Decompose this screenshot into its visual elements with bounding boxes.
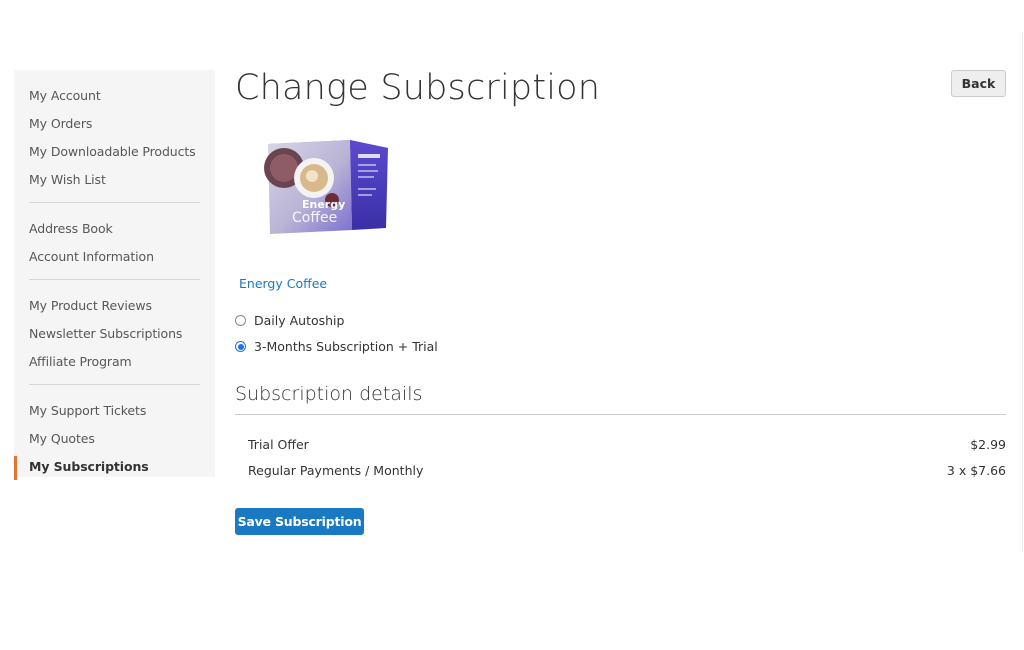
- sidebar-item-affiliate-program[interactable]: Affiliate Program: [14, 351, 215, 379]
- sidebar-item-my-orders[interactable]: My Orders: [14, 113, 215, 141]
- sidebar-item-my-subscriptions[interactable]: My Subscriptions: [14, 456, 215, 484]
- save-subscription-button[interactable]: Save Subscription: [235, 508, 364, 535]
- radio-3-months-trial[interactable]: [235, 341, 246, 352]
- subscription-details-title: Subscription details: [235, 383, 423, 405]
- section-divider: [235, 414, 1006, 415]
- nav-divider: [29, 202, 200, 203]
- radio-daily-autoship[interactable]: [235, 315, 246, 326]
- plan-option-label: 3-Months Subscription + Trial: [254, 339, 438, 354]
- detail-row-trial-offer: Trial Offer $2.99: [248, 437, 1006, 452]
- plan-option-label: Daily Autoship: [254, 313, 345, 328]
- nav-group-address: Address Book Account Information: [14, 218, 215, 274]
- sidebar-item-downloadable-products[interactable]: My Downloadable Products: [14, 141, 215, 169]
- sidebar-item-account-information[interactable]: Account Information: [14, 246, 215, 274]
- plan-option-3-months-trial[interactable]: 3-Months Subscription + Trial: [235, 339, 438, 354]
- page-title: Change Subscription: [235, 68, 601, 108]
- detail-value: 3 x $7.66: [946, 463, 1006, 478]
- product-image[interactable]: Energy Coffee: [262, 138, 390, 242]
- sidebar-item-address-book[interactable]: Address Book: [14, 218, 215, 246]
- detail-label: Trial Offer: [248, 437, 309, 452]
- plan-option-daily-autoship[interactable]: Daily Autoship: [235, 313, 344, 328]
- detail-value: $2.99: [970, 437, 1006, 452]
- page-edge-divider: [1022, 32, 1023, 552]
- nav-group-support: My Support Tickets My Quotes My Subscrip…: [14, 400, 215, 484]
- nav-divider: [29, 279, 200, 280]
- sidebar-item-wish-list[interactable]: My Wish List: [14, 169, 215, 197]
- nav-divider: [29, 384, 200, 385]
- back-button[interactable]: Back: [951, 70, 1006, 97]
- nav-group-reviews: My Product Reviews Newsletter Subscripti…: [14, 295, 215, 379]
- sidebar-item-my-account[interactable]: My Account: [14, 85, 215, 113]
- sidebar-item-newsletter-subscriptions[interactable]: Newsletter Subscriptions: [14, 323, 215, 351]
- detail-label: Regular Payments / Monthly: [248, 463, 424, 478]
- detail-row-regular-payments: Regular Payments / Monthly 3 x $7.66: [248, 463, 1006, 478]
- product-name-link[interactable]: Energy Coffee: [239, 276, 327, 291]
- sidebar-item-support-tickets[interactable]: My Support Tickets: [14, 400, 215, 428]
- sidebar-item-my-quotes[interactable]: My Quotes: [14, 428, 215, 456]
- nav-group-account: My Account My Orders My Downloadable Pro…: [14, 85, 215, 197]
- sidebar-item-product-reviews[interactable]: My Product Reviews: [14, 295, 215, 323]
- account-sidebar-nav: My Account My Orders My Downloadable Pro…: [14, 70, 215, 480]
- coffee-box-image: Energy Coffee: [264, 140, 388, 234]
- box-text-coffee: Coffee: [292, 210, 337, 226]
